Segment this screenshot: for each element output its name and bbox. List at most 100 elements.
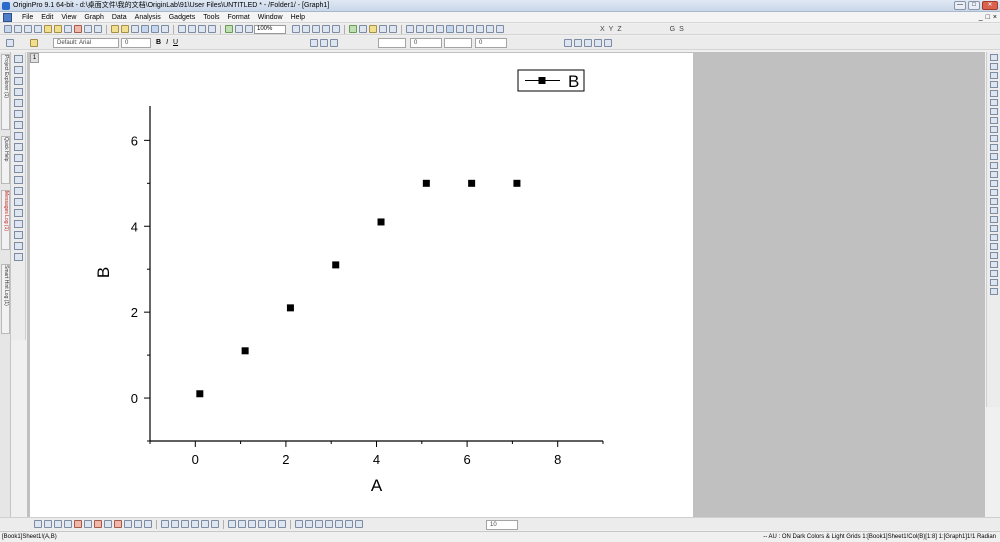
special-line-icon[interactable] [64, 520, 72, 528]
data-point[interactable] [286, 304, 294, 312]
insert-image-icon[interactable] [13, 231, 23, 239]
layer-4-icon[interactable] [989, 99, 998, 106]
pointer-icon[interactable] [13, 55, 23, 63]
subscript-icon[interactable] [989, 198, 998, 205]
insert-table-icon[interactable] [13, 209, 23, 217]
light-icon[interactable] [355, 520, 363, 528]
y-axis-label[interactable]: B [94, 267, 113, 278]
column-stats-icon[interactable] [379, 25, 387, 33]
open-excel-icon[interactable] [131, 25, 139, 33]
save-window-icon[interactable] [151, 25, 159, 33]
fill-color-icon[interactable] [310, 39, 318, 47]
region-tool-icon[interactable] [13, 187, 23, 195]
front-icon[interactable] [564, 39, 572, 47]
minimize-button[interactable]: — [954, 1, 966, 10]
image-plot-icon[interactable] [211, 520, 219, 528]
fit-frame-icon[interactable] [278, 520, 286, 528]
line-width-select[interactable]: 0 [410, 38, 442, 48]
lock-icon[interactable] [989, 252, 998, 259]
timestamp-icon[interactable] [496, 25, 504, 33]
object-manager-icon[interactable] [332, 25, 340, 33]
mdi-close-button[interactable]: × [993, 13, 997, 22]
menu-file[interactable]: File [18, 13, 37, 22]
open-icon[interactable] [111, 25, 119, 33]
line-tool-icon[interactable] [13, 165, 23, 173]
print-icon[interactable] [208, 25, 216, 33]
ungroup-icon[interactable] [594, 39, 602, 47]
back-icon[interactable] [574, 39, 582, 47]
align-icon[interactable] [604, 39, 612, 47]
legend-icon[interactable] [476, 25, 484, 33]
font-size-select[interactable]: 0 [121, 38, 151, 48]
zoom-select[interactable]: 100% [254, 25, 286, 34]
fill-pattern-select[interactable] [444, 38, 472, 48]
box-chart-icon[interactable] [124, 520, 132, 528]
grid-icon[interactable] [989, 261, 998, 268]
underline-button[interactable]: U [173, 38, 178, 48]
save-project-icon[interactable] [141, 25, 149, 33]
new-notes-icon[interactable] [44, 25, 52, 33]
project-explorer-tab[interactable]: Project Explorer (1) [1, 54, 10, 130]
frame-icon[interactable] [989, 270, 998, 277]
duplicate-icon[interactable] [235, 25, 243, 33]
increase-font-icon[interactable] [989, 180, 998, 187]
insert-worksheet-icon[interactable] [13, 253, 23, 261]
enlarge-icon[interactable] [335, 520, 343, 528]
menu-view[interactable]: View [57, 13, 80, 22]
vertical-align-icon[interactable] [989, 144, 998, 151]
menu-format[interactable]: Format [224, 13, 254, 22]
menu-window[interactable]: Window [254, 13, 287, 22]
data-point[interactable] [468, 179, 476, 187]
column-bar-icon[interactable] [74, 520, 82, 528]
right-align-icon[interactable] [989, 117, 998, 124]
new-sheet-icon[interactable] [369, 25, 377, 33]
menu-edit[interactable]: Edit [37, 13, 57, 22]
line-symbol-plot-icon[interactable] [54, 520, 62, 528]
legend[interactable]: B [517, 69, 585, 92]
arrow-tool-icon[interactable] [13, 154, 23, 162]
save-template-icon[interactable] [161, 25, 169, 33]
import-multiple-icon[interactable] [188, 25, 196, 33]
open-template-icon[interactable] [121, 25, 129, 33]
data-point[interactable] [332, 261, 340, 269]
layer-management-icon[interactable] [446, 25, 454, 33]
matrix-plot-icon[interactable] [201, 520, 209, 528]
scatter-plot-icon[interactable] [44, 520, 52, 528]
paint-icon[interactable] [30, 39, 38, 47]
mdi-restore-button[interactable]: □ [986, 13, 990, 22]
smart-hint-log-tab[interactable]: Smart Hint Log (1) [1, 264, 10, 334]
project-explorer-icon[interactable] [292, 25, 300, 33]
export-icon[interactable] [989, 288, 998, 295]
move-left-icon[interactable] [295, 520, 303, 528]
greek-icon[interactable] [989, 216, 998, 223]
new-layout-icon[interactable] [74, 25, 82, 33]
mask-icon[interactable] [13, 121, 23, 129]
layer-3-icon[interactable] [989, 90, 998, 97]
data-point[interactable] [422, 179, 430, 187]
line-color-icon[interactable] [320, 39, 328, 47]
results-log-icon[interactable] [302, 25, 310, 33]
new-template-icon[interactable] [94, 25, 102, 33]
plot-setup-icon[interactable] [466, 25, 474, 33]
new-project-icon[interactable] [4, 25, 12, 33]
merge-graph-icon[interactable] [436, 25, 444, 33]
swap-axes-icon[interactable] [989, 63, 998, 70]
same-width-icon[interactable] [989, 162, 998, 169]
set-subject-button[interactable]: S [679, 25, 684, 34]
menu-analysis[interactable]: Analysis [131, 13, 165, 22]
workbook-icon[interactable] [3, 13, 12, 22]
bold-button[interactable]: B [156, 38, 161, 48]
layer-1-icon[interactable] [989, 72, 998, 79]
rotate-left-icon[interactable] [228, 520, 236, 528]
copy-page-icon[interactable] [245, 25, 253, 33]
layer-2-icon[interactable] [989, 81, 998, 88]
command-window-icon[interactable] [312, 25, 320, 33]
data-point[interactable] [241, 347, 249, 355]
thumbnail-icon[interactable] [989, 279, 998, 286]
plot-3d-icon[interactable] [161, 520, 169, 528]
new-folder-icon[interactable] [54, 25, 62, 33]
new-function-icon[interactable] [64, 25, 72, 33]
rescale-icon[interactable] [406, 25, 414, 33]
graph-page[interactable]: 1 0 2 4 6 8 0 2 4 6 A B B [30, 53, 693, 517]
multi-curve-icon[interactable] [94, 520, 102, 528]
